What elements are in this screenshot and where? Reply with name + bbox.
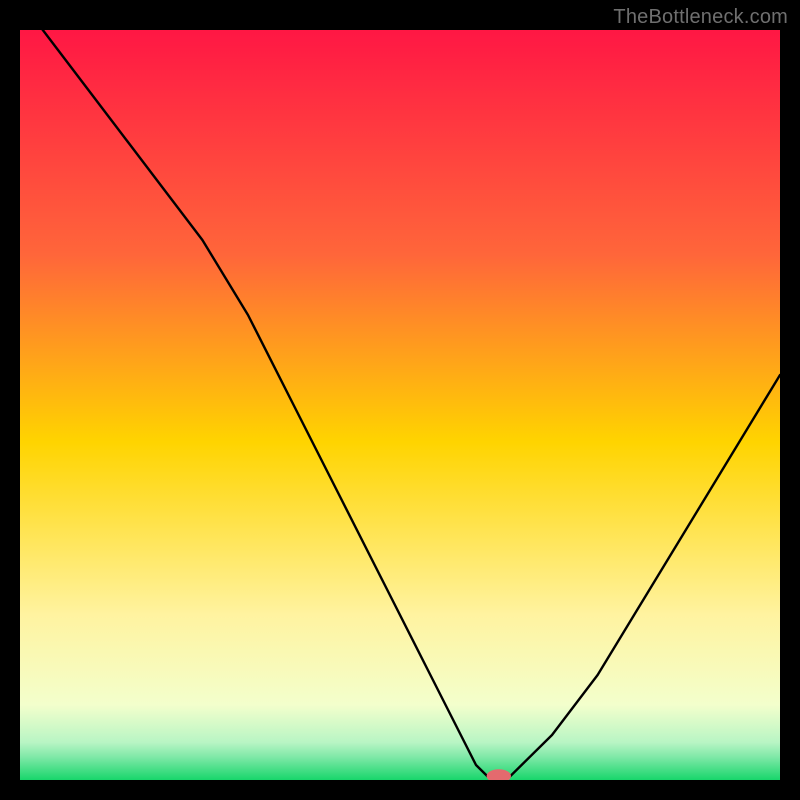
plot-area <box>20 30 780 780</box>
chart-frame: TheBottleneck.com <box>0 0 800 800</box>
watermark-text: TheBottleneck.com <box>613 6 788 29</box>
chart-svg <box>20 30 780 780</box>
gradient-background <box>20 30 780 780</box>
